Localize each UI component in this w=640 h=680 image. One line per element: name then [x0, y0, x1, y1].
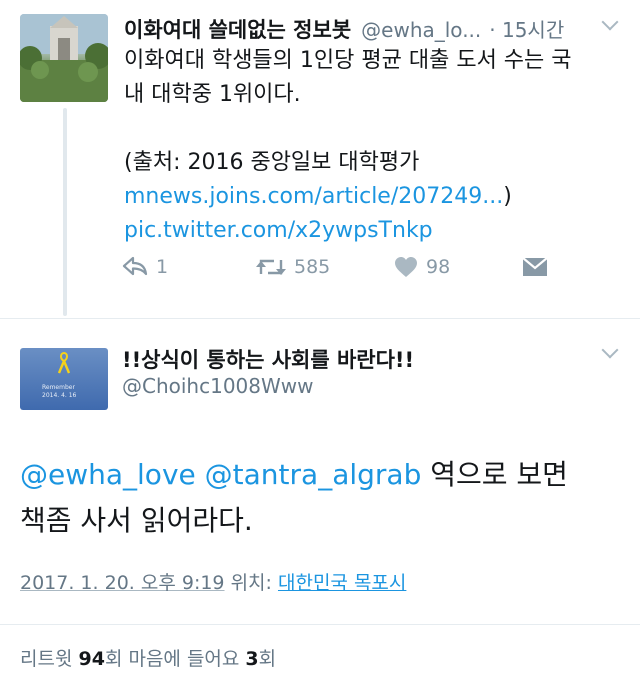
- user-handle[interactable]: @ewha_lo...: [361, 18, 481, 42]
- tweet-header: 이화여대 쓸데없는 정보봇 @ewha_lo... · 15시간: [124, 14, 564, 42]
- direct-message-button[interactable]: [522, 256, 548, 278]
- location-label: 위치:: [224, 572, 278, 594]
- tweet-text-line: mnews.joins.com/article/207249...): [124, 180, 624, 214]
- tweet-date[interactable]: 2017. 1. 20. 오후 9:19: [20, 572, 225, 594]
- tweet-text-line: [124, 112, 624, 146]
- like-stat-label: 마음에 들어요: [122, 648, 246, 670]
- tweet-text: 이화여대 학생들의 1인당 평균 대출 도서 수는 국 내 대학중 1위이다. …: [124, 44, 624, 248]
- tweet-text-fragment: 역으로 보면: [421, 458, 568, 491]
- mention-link[interactable]: @tantra_algrab: [205, 458, 422, 491]
- tweet-text-line: @ewha_love @tantra_algrab 역으로 보면: [20, 452, 620, 498]
- tweet-text-line: 이화여대 학생들의 1인당 평균 대출 도서 수는 국: [124, 48, 572, 73]
- tweet-meta: 2017. 1. 20. 오후 9:19 위치: 대한민국 목포시: [20, 568, 406, 595]
- closing-paren: ): [503, 184, 512, 209]
- divider: [0, 624, 640, 625]
- tweet-reply: Remember 2014. 4. 16 !!상식이 통하는 사회를 바란다!!…: [0, 318, 640, 680]
- retweet-stat-count[interactable]: 94: [78, 648, 104, 670]
- avatar-caption-line: Remember: [42, 384, 75, 391]
- avatar-caption-line: 2014. 4. 16: [42, 392, 77, 399]
- chevron-down-icon[interactable]: [601, 341, 619, 359]
- avatar[interactable]: [20, 14, 108, 102]
- reply-button[interactable]: 1: [122, 256, 168, 278]
- yellow-ribbon-icon: [58, 352, 70, 374]
- like-stat-unit: 회: [258, 648, 277, 670]
- retweet-count: 585: [294, 256, 331, 278]
- avatar-caption: Remember 2014. 4. 16: [42, 384, 76, 400]
- avatar-image: [20, 14, 108, 102]
- retweet-icon: [256, 259, 286, 275]
- retweet-button[interactable]: 585: [256, 256, 330, 278]
- reply-count: 1: [156, 256, 169, 278]
- display-name[interactable]: 이화여대 쓸데없는 정보봇: [124, 14, 351, 44]
- tweet-text-line: 책좀 사서 읽어라다.: [20, 504, 253, 537]
- tweet-actions: 1 585 98: [122, 256, 562, 286]
- like-button[interactable]: 98: [394, 256, 450, 278]
- reply-icon: [122, 256, 148, 276]
- pic-link[interactable]: pic.twitter.com/x2ywpsTnkp: [124, 218, 433, 243]
- tweet-text-line: (출처: 2016 중앙일보 대학평가: [124, 150, 420, 175]
- retweet-stat-unit: 회: [104, 648, 123, 670]
- mention-link[interactable]: @ewha_love: [20, 458, 196, 491]
- heart-icon: [395, 257, 417, 277]
- thread-line: [63, 108, 67, 316]
- like-count: 98: [426, 256, 451, 278]
- display-name[interactable]: !!상식이 통하는 사회를 바란다!!: [122, 344, 414, 374]
- article-link[interactable]: mnews.joins.com/article/207249...: [124, 184, 503, 209]
- chevron-down-icon[interactable]: [601, 13, 619, 31]
- user-handle[interactable]: @Choihc1008Www: [122, 374, 314, 398]
- envelope-icon: [522, 257, 548, 276]
- retweet-stat-label: 리트윗: [20, 648, 79, 670]
- tweet-text: @ewha_love @tantra_algrab 역으로 보면 책좀 사서 읽…: [20, 452, 620, 544]
- tweet-time[interactable]: · 15시간: [489, 14, 564, 43]
- tweet-text-line: pic.twitter.com/x2ywpsTnkp: [124, 214, 624, 248]
- avatar[interactable]: Remember 2014. 4. 16: [20, 348, 108, 410]
- like-stat-count[interactable]: 3: [245, 648, 258, 670]
- tweet-stats: 리트윗 94회 마음에 들어요 3회: [20, 644, 276, 671]
- tweet-text-line: 내 대학중 1위이다.: [124, 82, 301, 107]
- location-link[interactable]: 대한민국 목포시: [278, 572, 406, 594]
- tweet-original: 이화여대 쓸데없는 정보봇 @ewha_lo... · 15시간 이화여대 학생…: [0, 0, 640, 318]
